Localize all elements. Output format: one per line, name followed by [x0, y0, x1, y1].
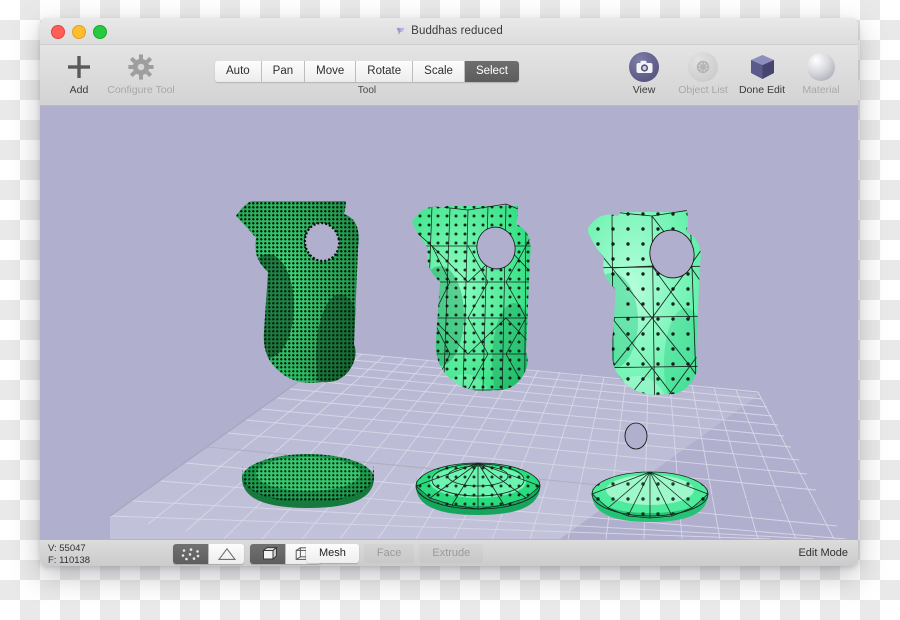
- add-button[interactable]: Add: [50, 48, 108, 96]
- sphere-icon: [807, 52, 835, 82]
- status-segmented-groups: [173, 544, 321, 564]
- tool-option-auto[interactable]: Auto: [215, 61, 262, 82]
- material-button[interactable]: Material: [792, 48, 850, 96]
- gear-icon: [128, 52, 154, 82]
- tool-option-scale[interactable]: Scale: [413, 61, 465, 82]
- window-title-group: Buddhas reduced: [40, 18, 858, 44]
- view-button[interactable]: View: [615, 48, 673, 96]
- cube-icon: [749, 52, 776, 82]
- triangles-display-toggle[interactable]: [209, 544, 244, 564]
- tool-group-caption: Tool: [357, 85, 377, 96]
- edit-mode-label: Edit Mode: [798, 547, 848, 559]
- points-display-toggle[interactable]: [173, 544, 209, 564]
- status-bar: V: 55047 F: 110138 Mesh Face Extrude Edi…: [40, 539, 858, 566]
- triangle-icon: [217, 547, 236, 560]
- object-list-label: Object List: [678, 84, 728, 96]
- material-label: Material: [802, 84, 840, 96]
- done-edit-label: Done Edit: [738, 84, 786, 96]
- window-title: Buddhas reduced: [411, 25, 503, 37]
- object-list-button[interactable]: Object List: [674, 48, 732, 96]
- add-button-label: Add: [69, 84, 89, 96]
- extrude-button[interactable]: Extrude: [419, 544, 484, 563]
- plus-icon: [66, 52, 92, 82]
- object-list-icon: [688, 52, 718, 82]
- mesh-mode-button[interactable]: Mesh: [306, 544, 359, 563]
- points-icon: [181, 548, 199, 561]
- app-window: Buddhas reduced Add Configure Tool Auto …: [40, 18, 858, 566]
- tool-option-move[interactable]: Move: [305, 61, 357, 82]
- edit-mode-buttons: Mesh Face Extrude: [306, 544, 484, 563]
- toolbar-right-group: View Object List Done Edit Material: [615, 48, 850, 96]
- tool-option-rotate[interactable]: Rotate: [356, 61, 414, 82]
- tool-option-select[interactable]: Select: [464, 61, 519, 82]
- face-mode-button[interactable]: Face: [363, 544, 415, 563]
- app-mark-icon: [396, 27, 405, 35]
- tool-segmented-group: Auto Pan Move Rotate Scale Select Tool: [215, 61, 519, 96]
- title-bar[interactable]: Buddhas reduced: [40, 18, 858, 45]
- view-button-label: View: [632, 84, 656, 96]
- face-count: F: 110138: [48, 554, 91, 566]
- configure-tool-label: Configure Tool: [107, 84, 175, 96]
- display-mode-segmented-control[interactable]: [173, 544, 244, 564]
- camera-icon: [629, 52, 659, 82]
- viewport-canvas: [40, 106, 858, 539]
- toolbar: Add Configure Tool Auto Pan Move Rotate …: [40, 45, 858, 106]
- 3d-viewport[interactable]: [40, 106, 858, 539]
- tool-option-pan[interactable]: Pan: [261, 61, 306, 82]
- tool-segmented-control[interactable]: Auto Pan Move Rotate Scale Select: [215, 61, 519, 82]
- done-edit-button[interactable]: Done Edit: [733, 48, 791, 96]
- vertex-count: V: 55047: [48, 543, 86, 554]
- toolbar-left-group: Add Configure Tool: [50, 48, 175, 96]
- mesh-counts: V: 55047 F: 110138: [48, 543, 90, 566]
- solid-cube-icon: [261, 546, 278, 561]
- solid-shading-toggle[interactable]: [250, 544, 286, 564]
- configure-tool-button[interactable]: Configure Tool: [107, 48, 175, 96]
